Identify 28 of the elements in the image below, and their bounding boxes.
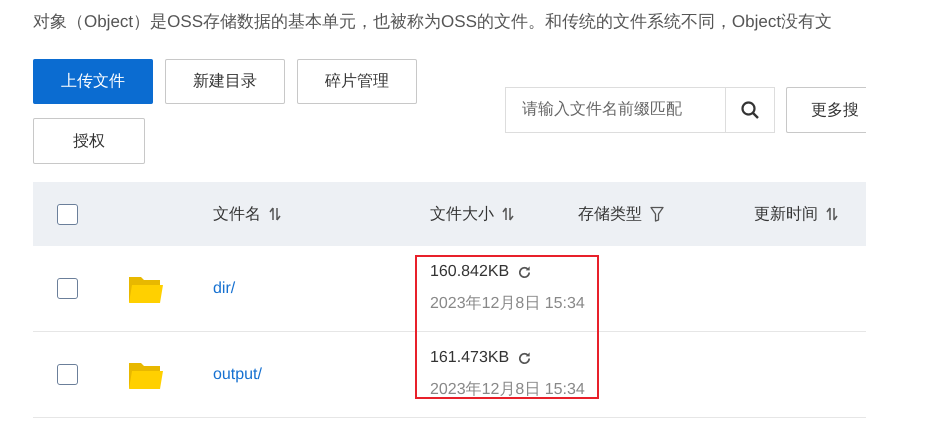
column-header[interactable]: 存储类型 — [578, 204, 642, 224]
toolbar-button[interactable]: 碎片管理 — [297, 59, 417, 104]
toolbar-button[interactable]: 上传文件 — [33, 59, 153, 104]
file-name-link[interactable]: output/ — [213, 366, 262, 384]
file-name-link[interactable]: dir/ — [213, 280, 236, 298]
row-checkbox[interactable] — [57, 278, 78, 299]
sort-icon[interactable] — [269, 207, 281, 221]
search-field[interactable]: 请输入文件名前缀匹配 — [505, 87, 725, 133]
toolbar-button[interactable]: 授权 — [33, 118, 145, 164]
filter-icon[interactable] — [650, 206, 664, 222]
file-size: 160.842KB — [430, 263, 510, 281]
column-header[interactable]: 文件名 — [213, 204, 261, 224]
select-all-checkbox[interactable] — [57, 204, 78, 224]
file-size: 161.473KB — [430, 349, 510, 367]
refresh-icon[interactable] — [517, 264, 532, 280]
search-icon — [740, 100, 760, 120]
toolbar-button[interactable]: 新建目录 — [165, 59, 285, 104]
update-time: 2023年12月8日 15:34 — [430, 294, 585, 314]
search-button[interactable] — [725, 87, 775, 133]
column-header[interactable]: 更新时间 — [754, 204, 818, 224]
sort-icon[interactable] — [826, 207, 838, 221]
column-header[interactable]: 文件大小 — [430, 204, 494, 224]
more-search-button[interactable]: 更多搜 — [786, 87, 866, 133]
refresh-icon[interactable] — [517, 350, 532, 366]
description-text: 对象（Object）是OSS存储数据的基本单元，也被称为OSS的文件。和传统的文件系统不同，Object没有文 — [33, 11, 832, 33]
row-checkbox[interactable] — [57, 364, 78, 385]
sort-icon[interactable] — [502, 207, 514, 221]
update-time: 2023年12月8日 15:34 — [430, 380, 585, 400]
